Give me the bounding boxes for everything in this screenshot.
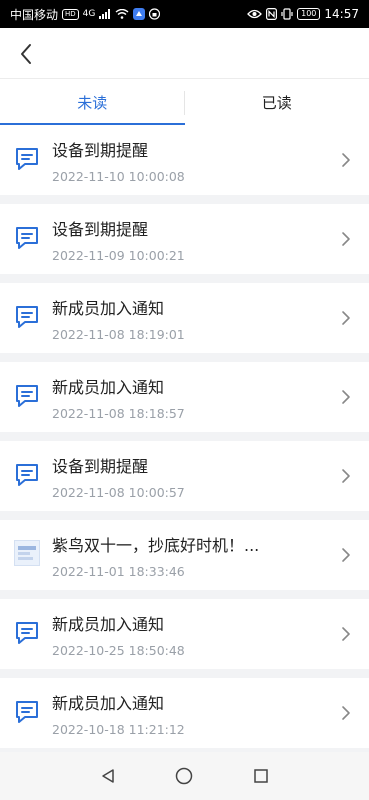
notification-title: 设备到期提醒 <box>52 220 149 239</box>
notification-item[interactable]: 设备到期提醒 2022-11-08 10:00:57 <box>0 441 369 511</box>
status-bar: 中国移动 HD 4G 100 14:57 <box>0 0 369 28</box>
notification-title: 设备到期提醒 <box>52 457 149 476</box>
nav-back-button[interactable] <box>96 764 120 788</box>
message-icon <box>16 622 38 644</box>
message-icon <box>16 148 38 170</box>
chevron-left-icon <box>21 44 31 64</box>
message-icon <box>16 464 38 486</box>
chevron-right-icon <box>342 706 350 720</box>
system-nav-bar <box>0 752 369 800</box>
notification-item[interactable]: 紫鸟双十一，抄底好时机！... 2022-11-01 18:33:46 <box>0 520 369 590</box>
notification-time: 2022-11-08 10:00:57 <box>52 485 185 500</box>
eye-icon <box>247 9 263 19</box>
shield-icon <box>149 8 161 20</box>
nav-recents-button[interactable] <box>249 764 273 788</box>
wifi-icon <box>115 9 129 19</box>
notification-time: 2022-11-09 10:00:21 <box>52 248 185 263</box>
triangle-back-icon <box>102 769 114 783</box>
notification-item[interactable]: 新成员加入通知 2022-11-08 18:18:57 <box>0 362 369 432</box>
message-icon <box>16 306 38 328</box>
tab-read[interactable]: 已读 <box>185 79 369 125</box>
tab-read-label: 已读 <box>261 93 292 112</box>
square-recents-icon <box>254 769 268 783</box>
notification-title: 新成员加入通知 <box>52 299 165 318</box>
message-icon <box>16 227 38 249</box>
notification-title: 新成员加入通知 <box>52 378 165 397</box>
clock: 14:57 <box>324 7 359 21</box>
chevron-right-icon <box>342 153 350 167</box>
notification-time: 2022-11-01 18:33:46 <box>52 564 185 579</box>
hd-badge: HD <box>62 8 79 20</box>
notification-item[interactable]: 新成员加入通知 2022-11-08 18:19:01 <box>0 283 369 353</box>
notification-time: 2022-11-08 18:19:01 <box>52 327 185 342</box>
thumbnail-image <box>14 540 40 566</box>
notification-time: 2022-10-18 11:21:12 <box>52 722 185 737</box>
chevron-right-icon <box>342 311 350 325</box>
message-icon <box>16 701 38 723</box>
vibrate-icon <box>281 8 293 20</box>
chevron-right-icon <box>342 469 350 483</box>
signal-icon: 4G <box>82 9 96 19</box>
notification-time: 2022-11-10 10:00:08 <box>52 169 185 184</box>
circle-home-icon <box>176 767 193 785</box>
tab-unread-label: 未读 <box>77 93 108 112</box>
chevron-right-icon <box>342 548 350 562</box>
nav-home-button[interactable] <box>172 764 196 788</box>
signal-bars-icon <box>99 9 111 19</box>
notification-time: 2022-11-08 18:18:57 <box>52 406 185 421</box>
tab-bar: 未读 已读 <box>0 78 369 125</box>
notification-item[interactable]: 新成员加入通知 2022-10-25 18:50:48 <box>0 599 369 669</box>
thumbnail-graphic <box>18 546 36 560</box>
chevron-right-icon <box>342 390 350 404</box>
chevron-right-icon <box>342 232 350 246</box>
carrier-name: 中国移动 <box>10 7 59 22</box>
message-icon <box>16 385 38 407</box>
notification-item[interactable]: 设备到期提醒 2022-11-09 10:00:21 <box>0 204 369 274</box>
tab-unread[interactable]: 未读 <box>0 79 185 125</box>
notification-title: 新成员加入通知 <box>52 694 165 713</box>
notification-item[interactable]: 设备到期提醒 2022-11-10 10:00:08 <box>0 125 369 195</box>
notification-title: 新成员加入通知 <box>52 615 165 634</box>
back-button[interactable] <box>10 38 42 70</box>
notification-item[interactable]: 新成员加入通知 2022-10-18 11:21:12 <box>0 678 369 748</box>
notification-title: 设备到期提醒 <box>52 141 149 160</box>
notification-time: 2022-10-25 18:50:48 <box>52 643 185 658</box>
tab-divider <box>184 91 185 115</box>
notification-title: 紫鸟双十一，抄底好时机！... <box>52 536 260 555</box>
top-bar <box>0 28 369 78</box>
app-notification-icon <box>133 8 146 20</box>
battery-icon: 100 <box>297 8 321 20</box>
nfc-icon <box>266 8 278 20</box>
chevron-right-icon <box>342 627 350 641</box>
